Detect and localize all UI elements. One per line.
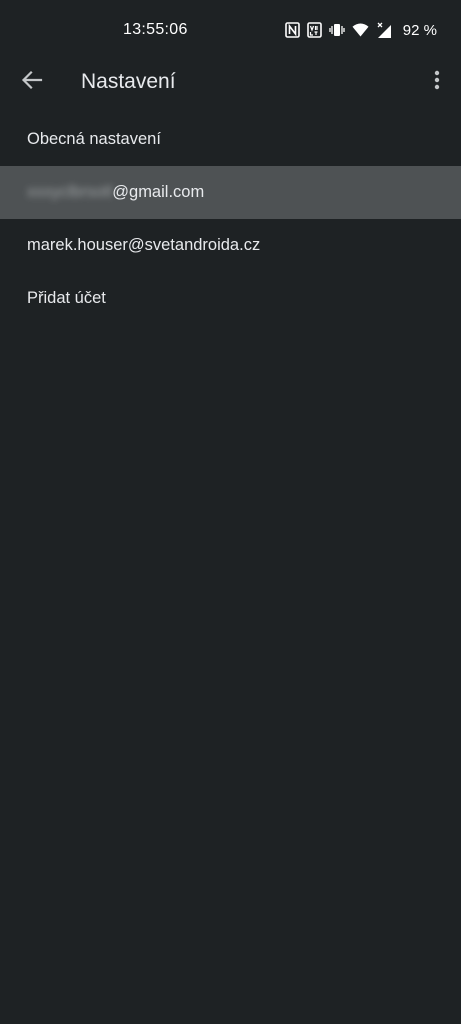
add-account-item[interactable]: Přidat účet [0, 272, 461, 325]
list-item-label: marek.houser@svetandroida.cz [27, 236, 261, 254]
nfc-icon [284, 22, 300, 38]
app-bar: Nastavení [0, 58, 461, 108]
gmail-account-item[interactable]: xxxyclbrsotl @gmail.com [0, 166, 461, 219]
settings-list: Obecná nastavení xxxyclbrsotl @gmail.com … [0, 113, 461, 325]
blurred-email-local-part: xxxyclbrsotl [27, 183, 113, 201]
status-time: 13:55:06 [123, 21, 188, 38]
list-item-label: Obecná nastavení [27, 130, 161, 148]
wifi-icon [352, 23, 369, 37]
list-item-label: Přidat účet [27, 289, 106, 307]
status-icons: 92 % [284, 20, 437, 40]
more-vert-icon [434, 70, 440, 95]
list-item-label: @gmail.com [112, 183, 205, 201]
work-account-item[interactable]: marek.houser@svetandroida.cz [0, 219, 461, 272]
general-settings-item[interactable]: Obecná nastavení [0, 113, 461, 166]
arrow-back-icon [21, 69, 43, 96]
more-options-button[interactable] [425, 62, 449, 102]
volte-icon [306, 22, 322, 38]
status-bar: 13:55:06 92 % [0, 0, 461, 58]
battery-text: 92 % [402, 21, 437, 39]
settings-screen: 13:55:06 92 % Nastavení Obecná nastavení… [0, 0, 461, 1024]
page-title: Nastavení [81, 70, 176, 93]
back-button[interactable] [12, 62, 52, 102]
vibrate-icon [329, 22, 345, 38]
cell-signal-icon [376, 22, 393, 39]
